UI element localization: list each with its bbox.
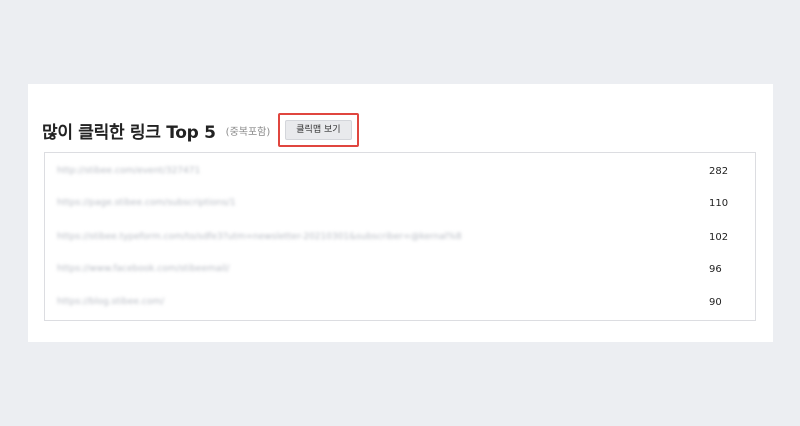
view-click-map-button[interactable]: 클릭맵 보기 <box>285 120 352 140</box>
section-title: 많이 클릭한 링크 Top 5 <box>42 122 216 143</box>
table-row: https://www.facebook.com/stibeemail/ 96 <box>45 253 755 285</box>
link-url[interactable]: https://stibee.typeform.com/to/sdfe3?utm… <box>57 232 462 242</box>
click-count: 102 <box>709 231 729 243</box>
top-links-table: http://stibee.com/event/327471 282 https… <box>44 152 756 321</box>
top-links-card: 많이 클릭한 링크 Top 5 (중복포함) 클릭맵 보기 http://sti… <box>28 84 773 342</box>
link-url[interactable]: http://stibee.com/event/327471 <box>57 166 200 176</box>
link-url[interactable]: https://www.facebook.com/stibeemail/ <box>57 264 229 274</box>
table-row: http://stibee.com/event/327471 282 <box>45 155 755 187</box>
table-row: https://blog.stibee.com/ 90 <box>45 286 755 318</box>
table-row: https://stibee.typeform.com/to/sdfe3?utm… <box>45 221 755 253</box>
click-count: 90 <box>709 296 722 308</box>
click-count: 110 <box>709 197 729 209</box>
top-links-header: 많이 클릭한 링크 Top 5 (중복포함) 클릭맵 보기 <box>42 113 359 147</box>
table-row: https://page.stibee.com/subscriptions/1 … <box>45 187 755 219</box>
click-count: 96 <box>709 263 722 275</box>
click-count: 282 <box>709 165 729 177</box>
heatmap-button-highlight: 클릭맵 보기 <box>278 113 359 147</box>
section-subtitle: (중복포함) <box>225 126 271 138</box>
link-url[interactable]: https://blog.stibee.com/ <box>57 297 164 307</box>
link-url[interactable]: https://page.stibee.com/subscriptions/1 <box>57 198 236 208</box>
